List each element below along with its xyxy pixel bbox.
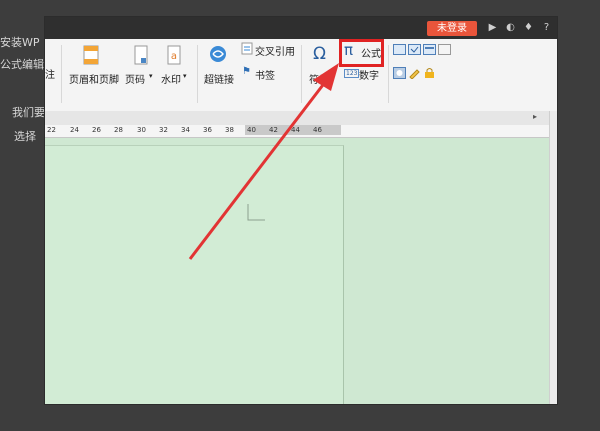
background-text-2: 公式编辑 <box>0 58 44 71</box>
wps-writer-window: 未登录 ▶ ◐ ♦ ? 注 页眉和页脚 页码 ▾ a 水印 ▾ 超链接 交叉引用… <box>45 17 557 404</box>
background-text-3: 我们要 <box>12 106 45 119</box>
pointer-arrow <box>188 63 339 260</box>
background-text-1: 安装WP <box>0 36 40 49</box>
background-text-4: 选择 <box>14 130 36 143</box>
